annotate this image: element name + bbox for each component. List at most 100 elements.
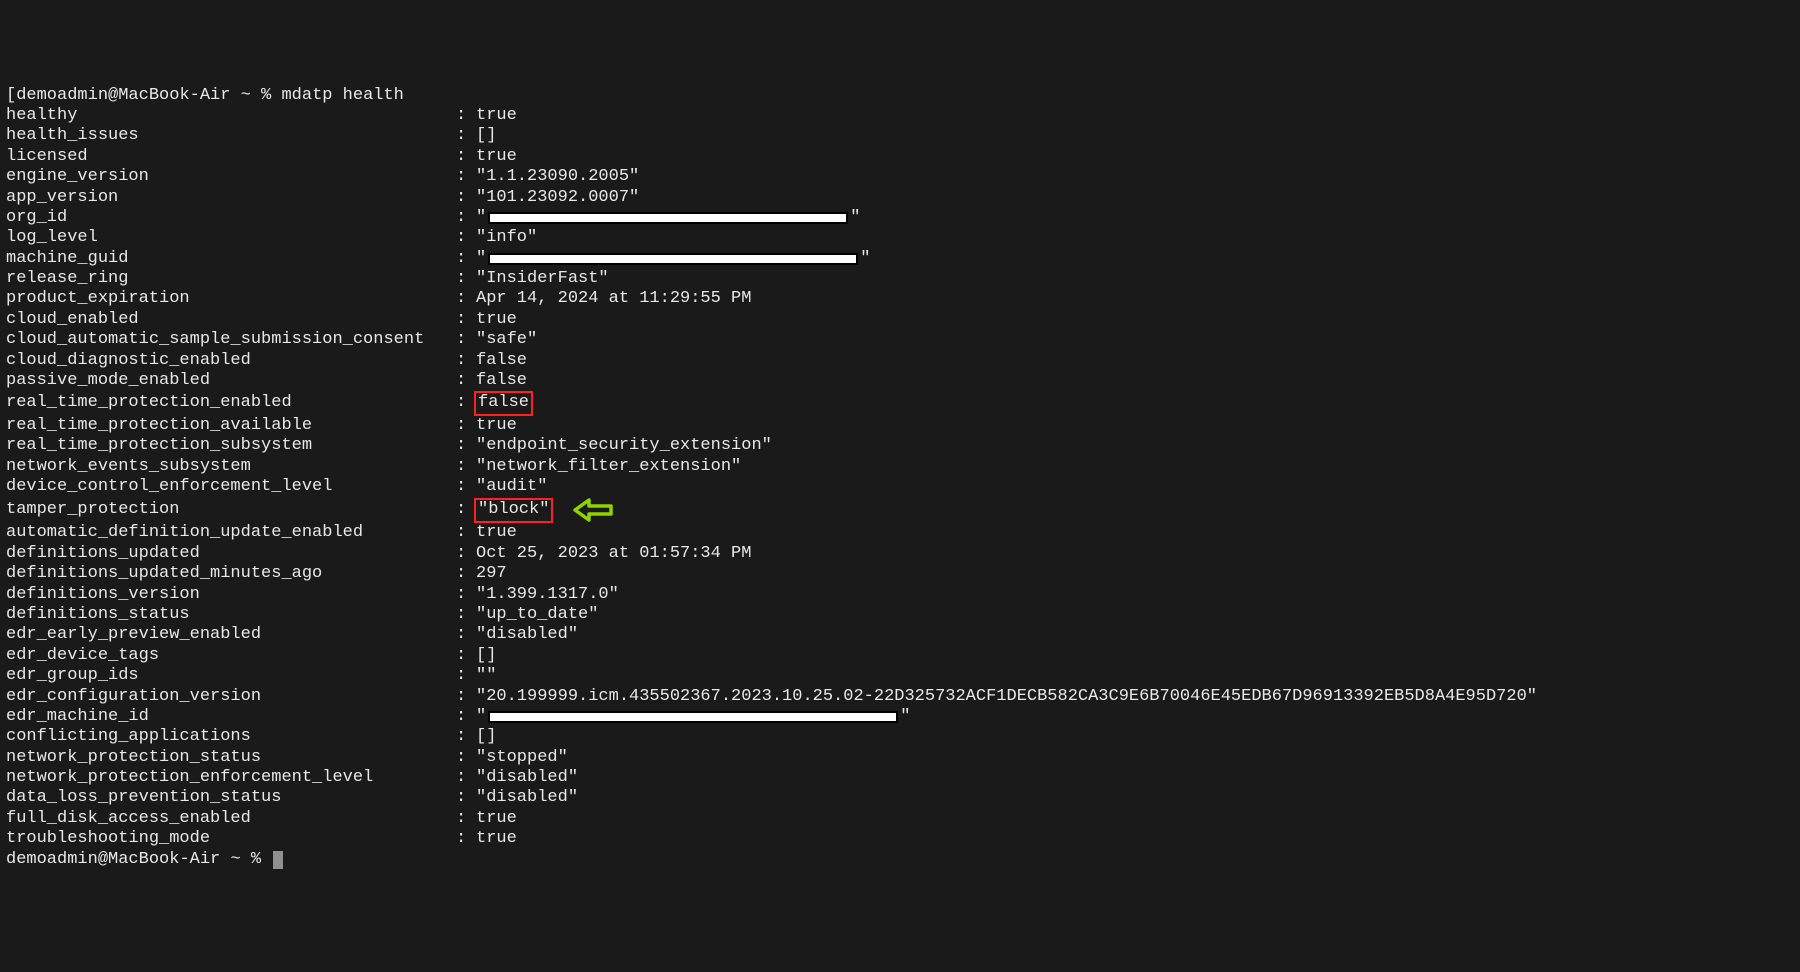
output-row: org_id: "": [6, 208, 1794, 228]
output-key: log_level: [6, 228, 456, 248]
output-row: edr_configuration_version: "20.199999.ic…: [6, 687, 1794, 707]
output-key: edr_device_tags: [6, 646, 456, 666]
output-row: cloud_diagnostic_enabled: false: [6, 351, 1794, 371]
output-colon: :: [456, 330, 476, 350]
output-colon: :: [456, 436, 476, 456]
output-value: "audit": [476, 477, 547, 497]
output-row: network_protection_enforcement_level: "d…: [6, 768, 1794, 788]
output-row: healthy: true: [6, 106, 1794, 126]
output-row: conflicting_applications: []: [6, 727, 1794, 747]
output-value: false: [476, 391, 533, 415]
output-key: cloud_enabled: [6, 310, 456, 330]
output-key: data_loss_prevention_status: [6, 788, 456, 808]
output-row: device_control_enforcement_level: "audit…: [6, 477, 1794, 497]
output-key: cloud_diagnostic_enabled: [6, 351, 456, 371]
output-key: edr_machine_id: [6, 707, 456, 727]
output-value: "disabled": [476, 788, 578, 808]
output-row: network_events_subsystem: "network_filte…: [6, 457, 1794, 477]
output-row: edr_group_ids: "": [6, 666, 1794, 686]
output-key: healthy: [6, 106, 456, 126]
output-colon: :: [456, 727, 476, 747]
output-key: licensed: [6, 147, 456, 167]
output-row: app_version: "101.23092.0007": [6, 188, 1794, 208]
output-key: edr_configuration_version: [6, 687, 456, 707]
output-colon: :: [456, 748, 476, 768]
output-value: true: [476, 523, 517, 543]
output-value: false: [476, 371, 527, 391]
value-quote-open: ": [476, 707, 486, 727]
output-value: true: [476, 310, 517, 330]
redacted-bar: [488, 212, 848, 224]
output-row: definitions_status: "up_to_date": [6, 605, 1794, 625]
output-value: "20.199999.icm.435502367.2023.10.25.02-2…: [476, 687, 1537, 707]
output-colon: :: [456, 310, 476, 330]
output-value: "": [476, 249, 870, 269]
output-row: real_time_protection_subsystem: "endpoin…: [6, 436, 1794, 456]
output-colon: :: [456, 147, 476, 167]
output-value: "101.23092.0007": [476, 188, 639, 208]
output-key: definitions_updated_minutes_ago: [6, 564, 456, 584]
output-colon: :: [456, 523, 476, 543]
prompt-bracket: [: [6, 86, 16, 106]
output-colon: :: [456, 564, 476, 584]
output-row: real_time_protection_available: true: [6, 416, 1794, 436]
prompt-at: @: [108, 86, 118, 106]
output-value: "block": [476, 497, 615, 523]
value-quote-close: ": [850, 208, 860, 228]
prompt-symbol: ~ %: [230, 86, 281, 106]
output-key: real_time_protection_available: [6, 416, 456, 436]
prompt-line-1: [demoadmin@MacBook-Air ~ % mdatp health: [6, 86, 1794, 106]
output-colon: :: [456, 625, 476, 645]
output-value: "1.1.23090.2005": [476, 167, 639, 187]
output-colon: :: [456, 809, 476, 829]
output-value: "up_to_date": [476, 605, 598, 625]
arrow-left-icon: [571, 497, 615, 523]
output-value: false: [476, 351, 527, 371]
output-key: product_expiration: [6, 289, 456, 309]
output-value: "InsiderFast": [476, 269, 609, 289]
output-key: machine_guid: [6, 249, 456, 269]
output-key: edr_early_preview_enabled: [6, 625, 456, 645]
output-value: "1.399.1317.0": [476, 585, 619, 605]
prompt-user: demoadmin: [16, 86, 108, 106]
prompt-line-2[interactable]: demoadmin@MacBook-Air ~ %: [6, 850, 1794, 870]
output-key: device_control_enforcement_level: [6, 477, 456, 497]
output-colon: :: [456, 707, 476, 727]
output-value: "": [476, 208, 860, 228]
output-value: Apr 14, 2024 at 11:29:55 PM: [476, 289, 751, 309]
output-colon: :: [456, 768, 476, 788]
output-row: health_issues: []: [6, 126, 1794, 146]
output-colon: :: [456, 666, 476, 686]
output-row: definitions_version: "1.399.1317.0": [6, 585, 1794, 605]
output-row: edr_device_tags: []: [6, 646, 1794, 666]
output-colon: :: [456, 289, 476, 309]
output-key: engine_version: [6, 167, 456, 187]
highlight-box: false: [474, 391, 533, 415]
output-colon: :: [456, 393, 476, 413]
output-row: machine_guid: "": [6, 249, 1794, 269]
output-colon: :: [456, 477, 476, 497]
output-key: network_events_subsystem: [6, 457, 456, 477]
highlight-box: "block": [474, 498, 553, 522]
output-value: "stopped": [476, 748, 568, 768]
output-colon: :: [456, 646, 476, 666]
output-colon: :: [456, 457, 476, 477]
output-key: org_id: [6, 208, 456, 228]
cursor-icon: [273, 851, 283, 869]
output-colon: :: [456, 585, 476, 605]
output-key: release_ring: [6, 269, 456, 289]
output-colon: :: [456, 500, 476, 520]
output-colon: :: [456, 208, 476, 228]
output-value: []: [476, 727, 496, 747]
output-key: full_disk_access_enabled: [6, 809, 456, 829]
output-key: app_version: [6, 188, 456, 208]
output-key: real_time_protection_subsystem: [6, 436, 456, 456]
output-colon: :: [456, 269, 476, 289]
output-row: product_expiration: Apr 14, 2024 at 11:2…: [6, 289, 1794, 309]
output-colon: :: [456, 106, 476, 126]
redacted-bar: [488, 253, 858, 265]
output-key: edr_group_ids: [6, 666, 456, 686]
output-value: true: [476, 106, 517, 126]
output-key: definitions_status: [6, 605, 456, 625]
command-text: mdatp health: [281, 86, 403, 106]
